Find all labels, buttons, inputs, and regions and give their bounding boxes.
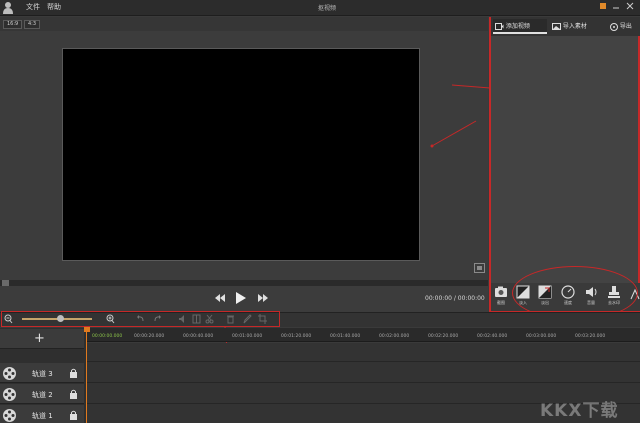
tab-export-label: 导出: [619, 23, 632, 30]
toolbar-highlight-annotation: [1, 311, 280, 327]
lane-divider: [87, 361, 640, 362]
skin-icon[interactable]: [599, 2, 607, 10]
ruler-tick-label: 00:02:20.000: [428, 334, 459, 339]
film-reel-icon: [2, 408, 17, 423]
time-ruler[interactable]: [86, 328, 640, 342]
tab-import-material-label: 导入素材: [562, 23, 587, 30]
fast-forward-icon[interactable]: [257, 293, 269, 303]
user-icon[interactable]: [2, 1, 14, 14]
play-icon[interactable]: [235, 291, 247, 305]
ruler-tick-label: 00:00:40.000: [183, 334, 214, 339]
ruler-tick-label: 00:03:20.000: [575, 334, 606, 339]
add-track-button[interactable]: +: [34, 331, 45, 346]
app-title: 抠视频: [318, 5, 337, 12]
tab-add-video-label: 添加视频: [505, 23, 530, 30]
close-icon[interactable]: [626, 2, 634, 10]
track-name: 轨道 1: [32, 412, 53, 420]
ratio-4-3-button[interactable]: 4:3: [24, 20, 41, 29]
lane-divider: [87, 382, 640, 383]
tab-export[interactable]: 导出: [608, 19, 640, 34]
menu-file[interactable]: 文件: [26, 2, 40, 12]
minimize-icon[interactable]: [612, 2, 620, 10]
annotation-arrows: [430, 84, 491, 148]
menu-help[interactable]: 帮助: [47, 2, 61, 12]
image-icon: [552, 23, 561, 30]
ruler-tick-label: 00:01:20.000: [281, 334, 312, 339]
rewind-icon[interactable]: [214, 293, 226, 303]
lock-icon[interactable]: [69, 389, 78, 399]
ratio-16-9-button[interactable]: 16:9: [3, 20, 23, 29]
ruler-tick-label: 00:00:20.000: [134, 334, 165, 339]
ruler-tick-label: 00:01:00.000: [232, 334, 263, 339]
ruler-tick-label: 00:02:40.000: [477, 334, 508, 339]
ruler-tick-label: 00:01:40.000: [330, 334, 361, 339]
ruler-tick-label: 00:03:00.000: [526, 334, 557, 339]
seek-bar[interactable]: [0, 280, 488, 286]
film-reel-icon: [610, 22, 618, 31]
video-icon: [495, 23, 504, 30]
preview-toolbar: [0, 17, 488, 31]
ruler-tick-label: 00:02:00.000: [379, 334, 410, 339]
seek-handle[interactable]: [2, 280, 9, 286]
camera-icon: [494, 285, 508, 299]
fullscreen-icon[interactable]: [474, 263, 485, 273]
tool-screenshot[interactable]: 截图: [492, 285, 510, 306]
track-name: 轨道 2: [32, 391, 53, 399]
film-reel-icon: [2, 387, 17, 402]
tab-add-video[interactable]: 添加视频: [493, 19, 547, 34]
lock-icon[interactable]: [69, 368, 78, 378]
playhead-handle[interactable]: [84, 327, 90, 332]
tab-import-material[interactable]: 导入素材: [550, 19, 600, 34]
watermark: KKX下载: [540, 401, 619, 421]
time-readout: 00:00:00 / 00:00:00: [425, 295, 485, 302]
video-preview: [62, 48, 420, 261]
playhead[interactable]: [86, 328, 87, 423]
film-reel-icon: [2, 366, 17, 381]
lock-icon[interactable]: [69, 410, 78, 420]
track-name: 轨道 3: [32, 370, 53, 378]
current-time-label: 00:00:00.000: [92, 334, 123, 339]
